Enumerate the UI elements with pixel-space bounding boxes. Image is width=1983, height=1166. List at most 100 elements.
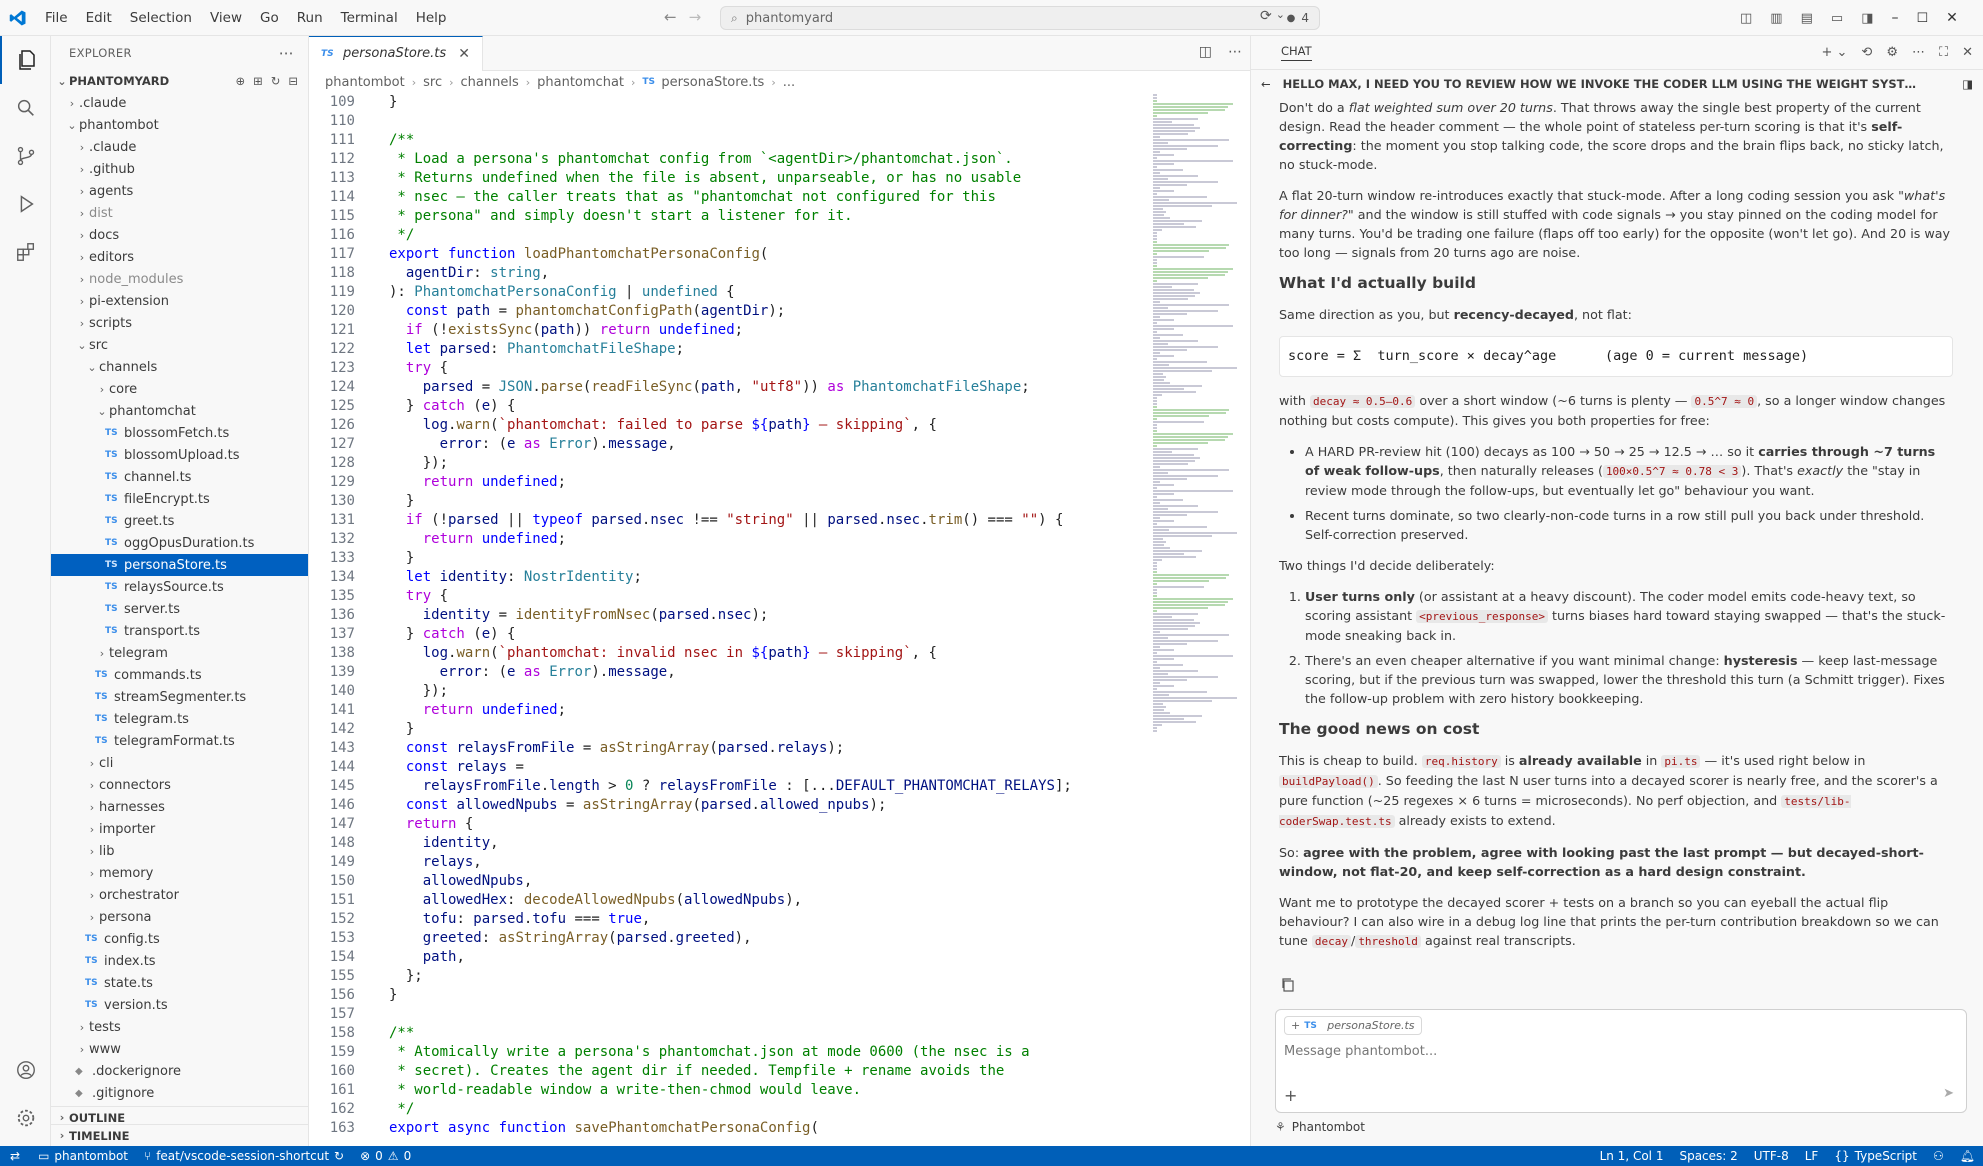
tree-folder[interactable]: › connectors [51,774,308,796]
search-icon[interactable] [0,84,51,132]
new-folder-icon[interactable]: ⊞ [253,74,263,88]
forward-arrow-icon[interactable]: → [689,8,702,26]
source-control-icon[interactable] [0,132,51,180]
tree-file[interactable]: TS telegram.ts [51,708,308,730]
tree-folder[interactable]: › scripts [51,312,308,334]
tree-file[interactable]: TS greet.ts [51,510,308,532]
more-actions-icon[interactable]: ⋯ [1228,44,1242,60]
send-icon[interactable]: ➤ [1943,1086,1954,1101]
breadcrumb-item[interactable]: ... [783,75,795,90]
close-tab-icon[interactable]: ✕ [458,46,470,62]
tree-file[interactable]: TS blossomFetch.ts [51,422,308,444]
toggle-sidebar-icon[interactable]: ◨ [1962,77,1973,91]
tree-folder[interactable]: › cli [51,752,308,774]
minimap[interactable] [1153,93,1243,733]
notifications-bell-icon[interactable]: 🔔︎ [1952,1149,1983,1163]
tree-folder[interactable]: › .claude [51,92,308,114]
tree-file[interactable]: TS config.ts [51,928,308,950]
tree-folder[interactable]: ⌄ phantombot [51,114,308,136]
breadcrumb-item[interactable]: phantomchat [537,75,624,90]
breadcrumb-item[interactable]: phantombot [325,75,405,90]
split-editor-icon[interactable]: ◫ [1199,44,1212,60]
back-arrow-icon[interactable]: ← [664,8,677,26]
toggle-sidebar-icon[interactable]: ▤ [1801,11,1813,26]
tree-folder[interactable]: › editors [51,246,308,268]
tree-folder[interactable]: › docs [51,224,308,246]
accounts-icon[interactable] [0,1046,51,1094]
tree-folder[interactable]: › importer [51,818,308,840]
tree-folder[interactable]: › persona [51,906,308,928]
tree-folder[interactable]: › node_modules [51,268,308,290]
tree-file[interactable]: TS streamSegmenter.ts [51,686,308,708]
tree-folder[interactable]: › pi-extension [51,290,308,312]
attached-file-chip[interactable]: + TS personaStore.ts [1284,1016,1422,1035]
breadcrumb-item[interactable]: personaStore.ts [661,75,764,90]
tree-folder[interactable]: › www [51,1038,308,1060]
new-file-icon[interactable]: ⊕ [235,74,245,88]
tree-file[interactable]: ◆ .dockerignore [51,1060,308,1082]
copy-icon[interactable] [1281,978,1295,996]
more-actions-icon[interactable]: ⋯ [279,44,294,62]
tree-file[interactable]: TS blossomUpload.ts [51,444,308,466]
minimize-icon[interactable]: – [1891,10,1898,26]
new-chat-icon[interactable]: + ⌄ [1822,45,1848,60]
maximize-icon[interactable]: ☐ [1916,11,1928,26]
tab-personastore[interactable]: TS personaStore.ts ✕ [309,35,483,71]
settings-gear-icon[interactable] [0,1094,51,1142]
tree-file[interactable]: ◆ .gitignore [51,1082,308,1104]
menu-edit[interactable]: Edit [77,0,121,36]
collapse-all-icon[interactable]: ⊟ [288,74,298,88]
chat-input-box[interactable]: + TS personaStore.ts Message phantombot.… [1275,1009,1967,1113]
tree-file[interactable]: TS relaysSource.ts [51,576,308,598]
command-center-search[interactable]: ⌕ phantomyard ● 4 [720,6,1320,30]
tree-file[interactable]: TS commands.ts [51,664,308,686]
menu-run[interactable]: Run [288,0,332,36]
tree-folder[interactable]: › memory [51,862,308,884]
code-editor[interactable]: 109} 110 111/** 112 * Load a persona's phan… [309,93,1149,1146]
tree-folder[interactable]: ⌄ phantomchat [51,400,308,422]
tree-folder[interactable]: › tests [51,1016,308,1038]
maximize-panel-icon[interactable]: ⛶ [1939,45,1948,60]
tree-file[interactable]: TS telegramFormat.ts [51,730,308,752]
cursor-position[interactable]: Ln 1, Col 1 [1592,1149,1672,1163]
tree-file[interactable]: TS transport.ts [51,620,308,642]
remote-indicator-icon[interactable]: ⇄ [0,1149,30,1163]
tree-folder[interactable]: › .claude [51,136,308,158]
tree-file[interactable]: TS version.ts [51,994,308,1016]
tree-file[interactable]: TS channel.ts [51,466,308,488]
tree-file[interactable]: TS fileEncrypt.ts [51,488,308,510]
copilot-toggle[interactable]: ⟳ ⌄ [1260,8,1285,24]
tree-folder[interactable]: ⌄ channels [51,356,308,378]
tree-file[interactable]: TS oggOpusDuration.ts [51,532,308,554]
tree-folder[interactable]: › agents [51,180,308,202]
tree-folder[interactable]: › .github [51,158,308,180]
explorer-icon[interactable] [0,36,51,84]
close-window-icon[interactable]: ✕ [1946,10,1958,26]
close-panel-icon[interactable]: ✕ [1962,45,1973,60]
workspace-root[interactable]: ⌄ PHANTOMYARD ⊕ ⊞ ↻ ⊟ [51,70,308,92]
tree-folder[interactable]: › orchestrator [51,884,308,906]
agent-selector[interactable]: ⚘ Phantombot [1275,1120,1365,1134]
tree-folder[interactable]: › core [51,378,308,400]
run-debug-icon[interactable] [0,180,51,228]
language-mode[interactable]: {} TypeScript [1826,1149,1925,1163]
tree-file[interactable]: TS index.ts [51,950,308,972]
extensions-icon[interactable] [0,228,51,276]
layout-panel-icon[interactable]: ▥ [1770,11,1782,26]
breadcrumb-item[interactable]: channels [461,75,519,90]
tree-file[interactable]: TS personaStore.ts [51,554,308,576]
menu-file[interactable]: File [36,0,77,36]
accounts-sidebar-icon[interactable]: ◫ [1740,11,1752,26]
copilot-status-icon[interactable]: ⚇ [1925,1149,1952,1163]
breadcrumb-item[interactable]: src [423,75,442,90]
settings-gear-icon[interactable]: ⚙ [1886,45,1898,60]
problems-indicator[interactable]: ⊗ 0 ⚠ 0 [352,1149,419,1163]
tree-folder[interactable]: › dist [51,202,308,224]
add-context-icon[interactable]: + [1284,1086,1297,1105]
indentation[interactable]: Spaces: 2 [1671,1149,1745,1163]
menu-terminal[interactable]: Terminal [332,0,407,36]
toggle-panel-icon[interactable]: ▭ [1831,11,1843,26]
menu-selection[interactable]: Selection [121,0,201,36]
history-icon[interactable]: ⟲ [1861,45,1872,60]
back-arrow-icon[interactable]: ← [1261,77,1271,91]
